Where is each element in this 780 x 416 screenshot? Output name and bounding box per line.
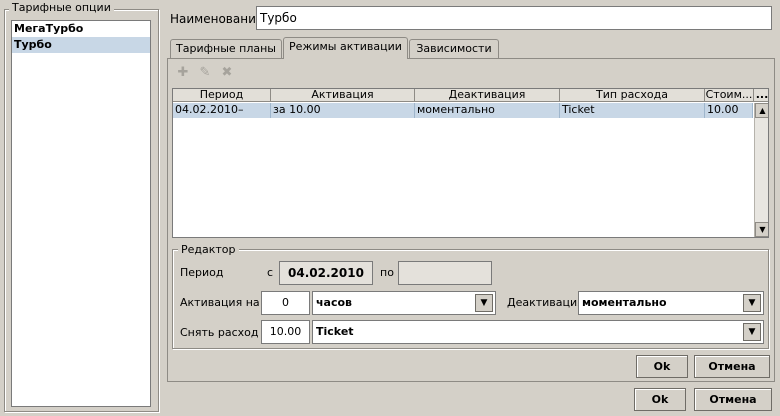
tariff-options-title: Тарифные опции xyxy=(9,1,114,14)
activation-unit-value: часов xyxy=(316,296,353,309)
edit-icon[interactable]: ✎ xyxy=(197,65,213,81)
delete-icon[interactable]: ✖ xyxy=(219,65,235,81)
cell-activation: за 10.00 xyxy=(271,103,415,118)
list-item[interactable]: Турбо xyxy=(12,37,150,53)
period-to-date[interactable] xyxy=(398,261,492,285)
editor-title: Редактор xyxy=(178,243,239,256)
charge-type-value: Ticket xyxy=(316,325,354,338)
column-header-period[interactable]: Период xyxy=(173,89,271,102)
activation-modes-table[interactable]: Период Активация Деактивация Тип расхода… xyxy=(172,88,769,238)
editor-ok-button[interactable]: Ok xyxy=(636,355,688,378)
deactivation-select[interactable]: моментально ▼ xyxy=(578,291,764,315)
activation-amount-input[interactable]: 0 xyxy=(261,291,310,315)
period-from-date[interactable]: 04.02.2010 xyxy=(279,261,373,285)
cell-deactivation: моментально xyxy=(415,103,560,118)
tab-tariff-plans[interactable]: Тарифные планы xyxy=(170,39,282,58)
dialog-ok-button[interactable]: Ok xyxy=(634,388,686,411)
column-header-cost[interactable]: Стоим... xyxy=(705,89,754,102)
dialog-cancel-button[interactable]: Отмена xyxy=(694,388,772,411)
table-vertical-scrollbar[interactable]: ▲ ▼ xyxy=(754,103,768,237)
chevron-down-icon[interactable]: ▼ xyxy=(743,323,761,341)
activation-unit-select[interactable]: часов ▼ xyxy=(312,291,496,315)
period-label: Период xyxy=(180,266,224,279)
table-row[interactable]: 04.02.2010– за 10.00 моментально Ticket … xyxy=(173,103,753,118)
activation-label: Активация на xyxy=(180,296,260,309)
table-header: Период Активация Деактивация Тип расхода… xyxy=(173,89,768,102)
column-header-charge-type[interactable]: Тип расхода xyxy=(560,89,705,102)
period-from-label: с xyxy=(267,266,274,279)
deactivation-value: моментально xyxy=(582,296,667,309)
period-to-label: по xyxy=(380,266,394,279)
tariff-options-list[interactable]: МегаТурбо Турбо xyxy=(11,20,151,407)
tab-activation-modes[interactable]: Режимы активации xyxy=(283,37,408,59)
tab-dependencies[interactable]: Зависимости xyxy=(409,39,499,58)
column-header-deactivation[interactable]: Деактивация xyxy=(415,89,560,102)
charge-type-select[interactable]: Ticket ▼ xyxy=(312,320,764,344)
scroll-up-button[interactable]: ▲ xyxy=(755,103,768,118)
list-item[interactable]: МегаТурбо xyxy=(12,21,150,37)
name-label: Наименование xyxy=(170,12,264,26)
cell-cost: 10.00 xyxy=(705,103,753,118)
chevron-down-icon[interactable]: ▼ xyxy=(475,294,493,312)
add-icon[interactable]: ✚ xyxy=(175,65,191,81)
scroll-down-button[interactable]: ▼ xyxy=(755,222,768,237)
name-input[interactable]: Турбо xyxy=(256,6,772,30)
charge-label: Снять расход xyxy=(180,326,259,339)
column-header-activation[interactable]: Активация xyxy=(271,89,415,102)
column-chooser-button[interactable]: ... xyxy=(754,89,768,102)
chevron-down-icon[interactable]: ▼ xyxy=(743,294,761,312)
charge-amount-input[interactable]: 10.00 xyxy=(261,320,310,344)
cell-period: 04.02.2010– xyxy=(173,103,271,118)
editor-cancel-button[interactable]: Отмена xyxy=(694,355,770,378)
cell-charge-type: Ticket xyxy=(560,103,705,118)
deactivation-label: Деактивация xyxy=(507,296,584,309)
